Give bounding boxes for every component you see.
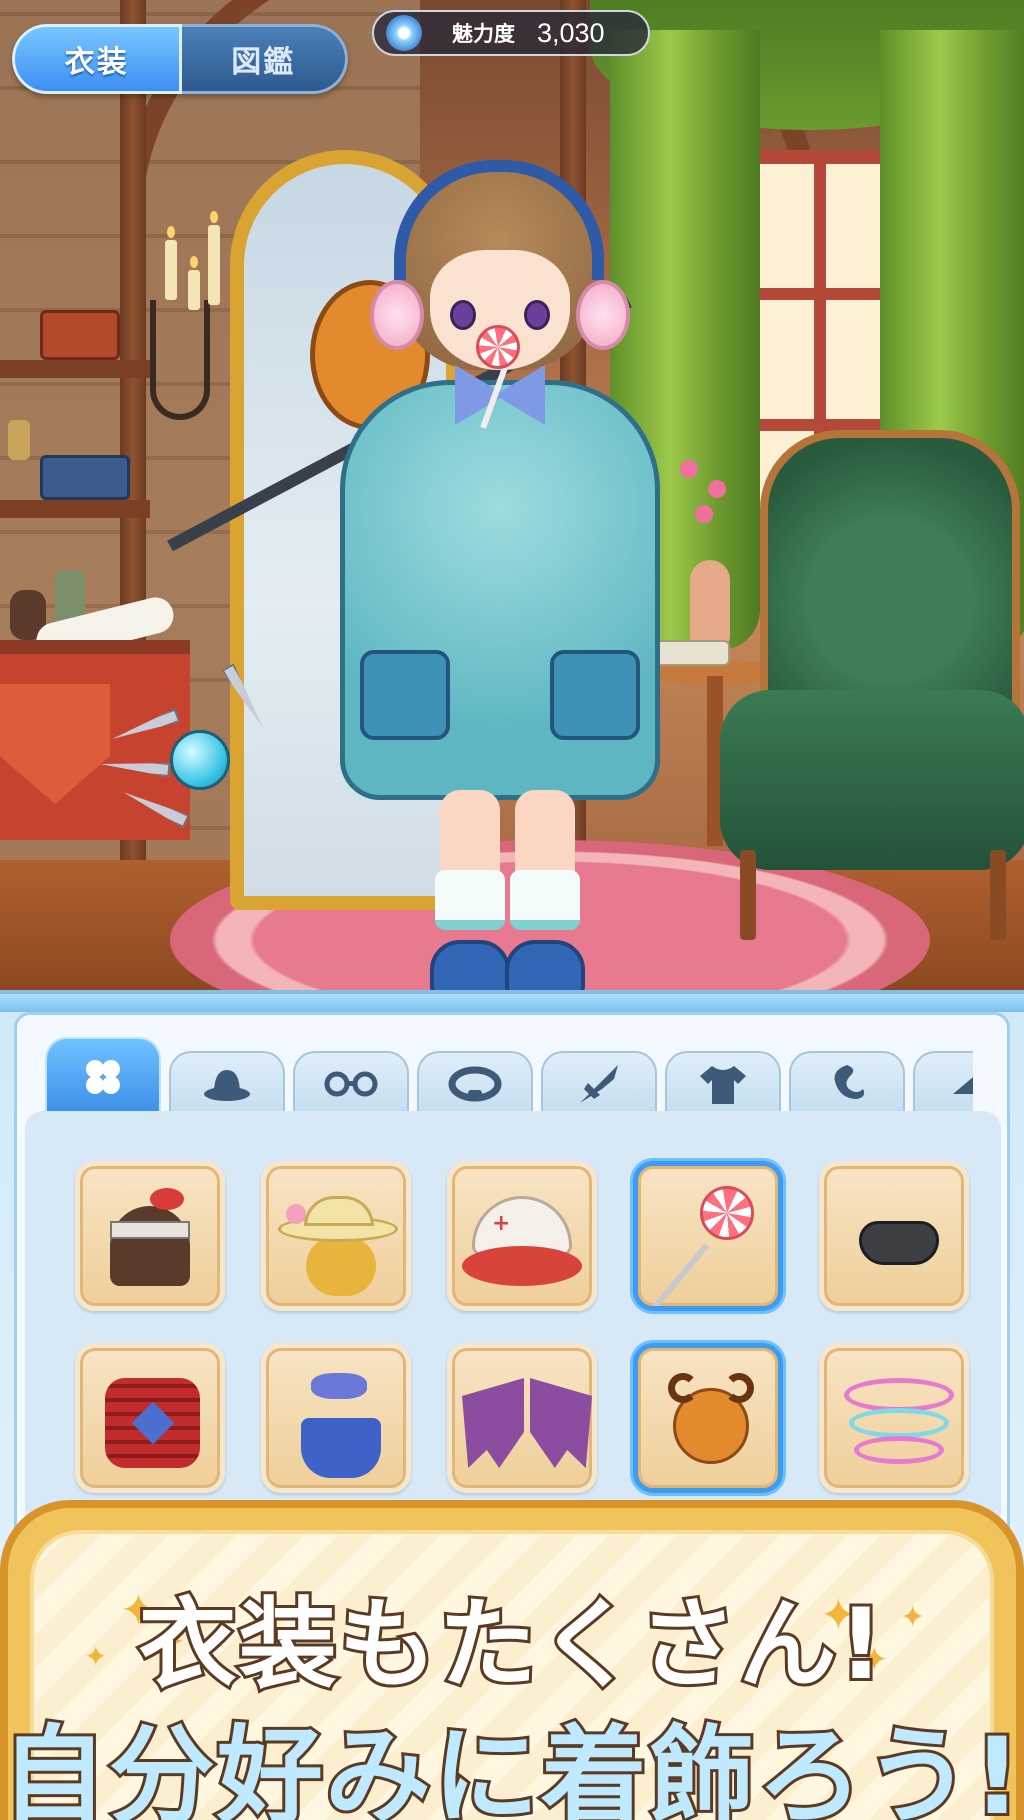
promo-subheadline: 自分好みに着飾ろう! — [0, 1712, 1024, 1820]
item-bat-wings[interactable] — [447, 1343, 597, 1493]
collar-icon — [448, 1066, 502, 1102]
tail-icon — [834, 1065, 865, 1099]
staff-head — [130, 700, 270, 820]
bottle — [8, 420, 30, 460]
category-tabs — [33, 1031, 973, 1115]
tab-tail[interactable] — [789, 1051, 905, 1115]
item-goat-plush[interactable] — [633, 1343, 783, 1493]
shirt-icon — [700, 1066, 746, 1104]
candle — [188, 256, 200, 310]
charm-counter: 魅力度 3,030 — [372, 10, 650, 56]
tab-weapon[interactable] — [541, 1051, 657, 1115]
weapon-icon — [580, 1065, 618, 1103]
tab-glasses[interactable] — [293, 1051, 409, 1115]
charm-label: 魅力度 — [452, 22, 515, 46]
candle — [165, 226, 177, 300]
item-bikini-outfit[interactable] — [261, 1343, 411, 1493]
flower — [680, 460, 698, 478]
gem-icon — [386, 15, 422, 51]
tab-hat-2[interactable] — [913, 1051, 973, 1115]
candle — [208, 211, 220, 305]
item-nurse-cap[interactable]: + — [447, 1161, 597, 1311]
earmuff-icon — [370, 280, 424, 350]
item-headband-hair[interactable] — [75, 1161, 225, 1311]
hat-partial-icon — [953, 1077, 973, 1094]
promo-headline: 衣装もたくさん! — [136, 1585, 887, 1705]
item-half-mask[interactable] — [819, 1161, 969, 1311]
mode-tabs: 衣装 図鑑 — [12, 24, 348, 94]
earmuff-icon — [576, 280, 630, 350]
charm-value: 3,030 — [537, 17, 605, 48]
tab-collection[interactable]: 図鑑 — [181, 24, 348, 94]
tab-clothes[interactable] — [665, 1051, 781, 1115]
clover-icon — [86, 1060, 120, 1094]
tab-accessory[interactable] — [417, 1051, 533, 1115]
wall-shelf — [0, 500, 150, 518]
item-samurai-armor[interactable] — [75, 1343, 225, 1493]
item-lollipop[interactable] — [633, 1161, 783, 1311]
flower — [695, 505, 713, 523]
glasses-icon — [324, 1071, 378, 1097]
tab-costume[interactable]: 衣装 — [12, 24, 182, 94]
tab-all[interactable] — [45, 1037, 161, 1115]
item-aura-rings[interactable] — [819, 1343, 969, 1493]
item-flower-straw-hat[interactable] — [261, 1161, 411, 1311]
wall-shelf — [0, 360, 150, 378]
green-armchair — [720, 430, 1024, 950]
hat-icon — [204, 1070, 250, 1101]
treasure-chest-icon — [40, 310, 120, 360]
character-scene — [0, 0, 1024, 995]
lollipop-icon — [476, 325, 520, 369]
candle-holder — [150, 300, 210, 420]
player-character — [320, 150, 680, 995]
tab-hat[interactable] — [169, 1051, 285, 1115]
book-stack — [40, 455, 130, 500]
